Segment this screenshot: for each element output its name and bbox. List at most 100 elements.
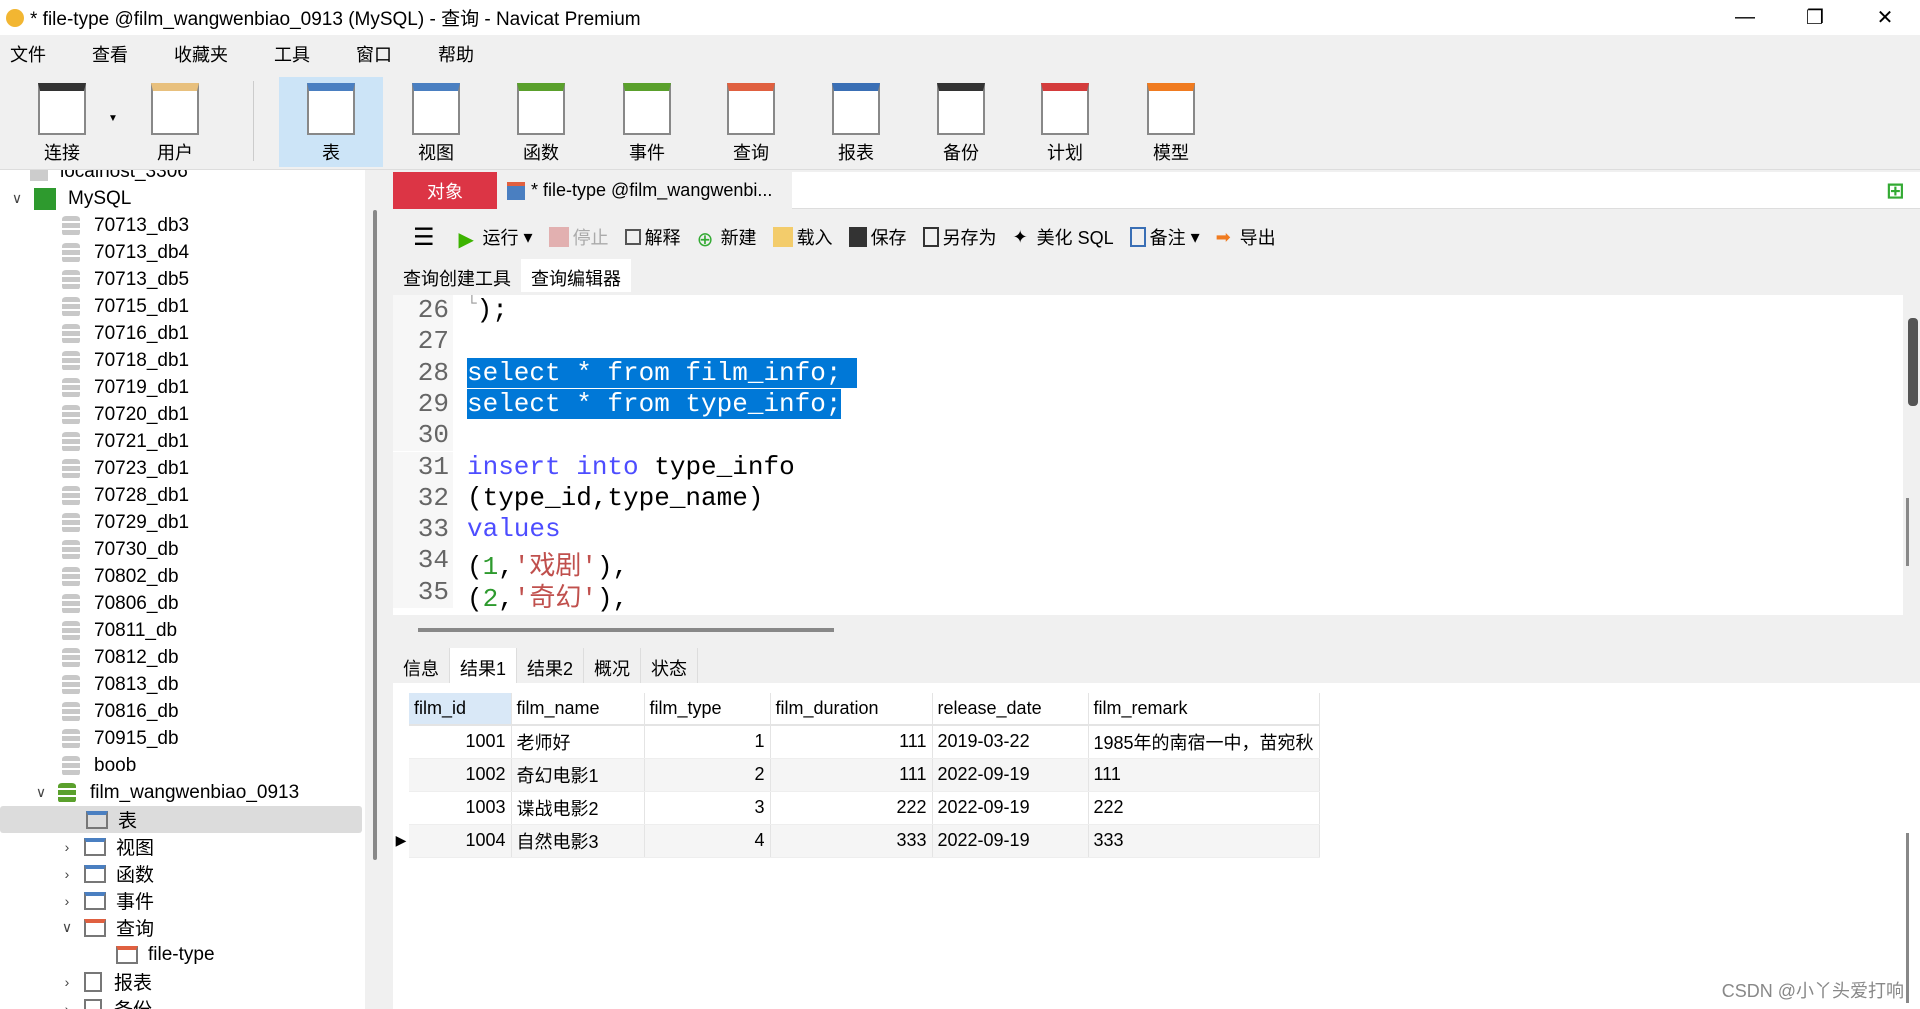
beautify-sql-button[interactable]: ✦ 美化 SQL [1013,224,1114,250]
explain-button[interactable]: 解释 [624,224,681,250]
tree-item-database[interactable]: 70813_db [62,671,179,698]
result-vertical-scrollbar[interactable] [1906,833,1909,1003]
cell-film_remark[interactable]: 111 [1088,758,1320,792]
tree-item-event[interactable]: › 事件 [60,887,154,914]
tree-item-database[interactable]: 70713_db3 [62,212,189,239]
toolbar-button-model[interactable]: 模型 [1119,77,1223,167]
tree-item-function[interactable]: › 函数 [60,860,154,887]
cell-film_type[interactable]: 3 [644,791,771,825]
tab-profile[interactable]: 概况 [584,648,642,683]
tree-item-file-type[interactable]: file-type [116,941,215,968]
tree-item-database[interactable]: 70730_db [62,536,179,563]
export-button[interactable]: ➡ 导出 [1216,224,1276,250]
chevron-down-icon[interactable]: ∨ [34,784,48,801]
tree-item-query[interactable]: ∨ 查询 [60,914,154,941]
chevron-right-icon[interactable]: › [60,893,74,909]
tree-item-report[interactable]: › 报表 [60,968,152,995]
cell-film_remark[interactable]: 1985年的南宿一中，苗宛秋 [1088,725,1320,759]
tree-item-database[interactable]: 70720_db1 [62,401,189,428]
toolbar-button-report[interactable]: 报表 [804,77,908,167]
menu-help[interactable]: 帮助 [438,41,474,67]
cell-film_id[interactable]: 1002 [409,758,512,792]
save-button[interactable]: 保存 [848,224,907,250]
cell-release_date[interactable]: 2022-09-19 [932,758,1089,792]
cell-film_name[interactable]: 自然电影3 [511,824,645,858]
tree-item-mysql[interactable]: ∨ MySQL [10,185,131,212]
chevron-right-icon[interactable]: › [60,1001,74,1009]
tree-item-database[interactable]: 70713_db5 [62,266,189,293]
menu-icon[interactable]: ☰ [413,223,435,252]
editor-vertical-scrollbar[interactable] [1906,498,1909,566]
table-row[interactable]: 1001 老师好 1 111 2019-03-22 1985年的南宿一中，苗宛秋 [409,725,1320,759]
toolbar-button-schedule[interactable]: 计划 [1013,77,1117,167]
tree-item-database[interactable]: 70802_db [62,563,179,590]
tree-item-film-db[interactable]: ∨ film_wangwenbiao_0913 [34,779,299,806]
chevron-down-icon[interactable]: ∨ [10,190,24,207]
new-tab-icon[interactable]: ⊞ [1886,178,1910,203]
cell-film_duration[interactable]: 333 [770,824,933,858]
cell-film_name[interactable]: 奇幻电影1 [511,758,645,792]
tab-info[interactable]: 信息 [393,648,450,683]
cell-film_duration[interactable]: 111 [770,758,933,792]
tree-item-database[interactable]: 70721_db1 [62,428,189,455]
new-button[interactable]: ⊕ 新建 [697,224,757,251]
stop-button[interactable]: 停止 [548,224,609,250]
run-button[interactable]: ▶ 运行 ▾ [459,224,533,252]
toolbar-button-backup[interactable]: 备份 [909,77,1013,167]
save-as-button[interactable]: 另存为 [922,224,997,250]
cell-release_date[interactable]: 2022-09-19 [932,791,1089,825]
toolbar-button-event[interactable]: 事件 [595,77,699,167]
cell-film_duration[interactable]: 222 [770,791,933,825]
tab-query[interactable]: * file-type @film_wangwenbi... [497,172,792,209]
tree-item-database[interactable]: 70728_db1 [62,482,189,509]
tab-objects[interactable]: 对象 [393,172,497,209]
comment-button[interactable]: 备注 ▾ [1129,224,1200,250]
chevron-down-icon[interactable]: ∨ [60,919,74,936]
cell-film_type[interactable]: 2 [644,758,771,792]
tab-query-editor[interactable]: 查询编辑器 [521,259,631,292]
editor-horizontal-scrollbar[interactable] [418,628,834,632]
tab-result-1[interactable]: 结果1 [450,648,518,683]
cell-film_remark[interactable]: 222 [1088,791,1320,825]
sidebar-scrollbar[interactable] [373,210,377,860]
tree-item-database[interactable]: 70713_db4 [62,239,189,266]
tree-item-table[interactable]: 表 [0,806,362,833]
tab-query-builder[interactable]: 查询创建工具 [393,259,521,292]
column-header-film_id[interactable]: film_id [409,693,512,726]
cell-film_id[interactable]: 1004 [409,824,512,858]
tree-item-database[interactable]: 70723_db1 [62,455,189,482]
cell-film_remark[interactable]: 333 [1088,824,1320,858]
tree-item-database[interactable]: 70729_db1 [62,509,189,536]
tree-item-database[interactable]: 70816_db [62,698,179,725]
menu-tools[interactable]: 工具 [274,41,310,67]
column-header-film_remark[interactable]: film_remark [1088,693,1320,726]
tree-item-backup[interactable]: › 备份 [60,995,152,1009]
table-row[interactable]: 1004 自然电影3 4 333 2022-09-19 333 [409,824,1320,858]
column-header-release_date[interactable]: release_date [932,693,1089,726]
toolbar-button-connection[interactable]: 连接 [10,77,114,167]
tree-item-database[interactable]: 70718_db1 [62,347,189,374]
chevron-right-icon[interactable]: › [60,866,74,882]
column-header-film_name[interactable]: film_name [511,693,645,726]
connection-dropdown-icon[interactable]: ▼ [108,113,118,124]
close-button[interactable]: ✕ [1850,0,1920,35]
toolbar-button-function[interactable]: 函数 [489,77,593,167]
chevron-right-icon[interactable]: › [60,974,74,990]
table-row[interactable]: 1003 谍战电影2 3 222 2022-09-19 222 [409,791,1320,825]
menu-favorites[interactable]: 收藏夹 [174,41,228,67]
tree-item-database[interactable]: 70806_db [62,590,179,617]
cell-film_id[interactable]: 1001 [409,725,512,759]
tree-item-database[interactable]: 70715_db1 [62,293,189,320]
cell-film_duration[interactable]: 111 [770,725,933,759]
cell-film_name[interactable]: 谍战电影2 [511,791,645,825]
chevron-right-icon[interactable]: › [60,839,74,855]
menu-file[interactable]: 文件 [10,41,46,67]
column-header-film_type[interactable]: film_type [644,693,771,726]
cell-release_date[interactable]: 2019-03-22 [932,725,1089,759]
tree-item-database[interactable]: 70915_db [62,725,179,752]
column-header-film_duration[interactable]: film_duration [770,693,933,726]
tree-item-view[interactable]: › 视图 [60,833,154,860]
toolbar-button-user[interactable]: 用户 [123,77,227,167]
cell-film_type[interactable]: 4 [644,824,771,858]
menu-window[interactable]: 窗口 [356,41,392,67]
